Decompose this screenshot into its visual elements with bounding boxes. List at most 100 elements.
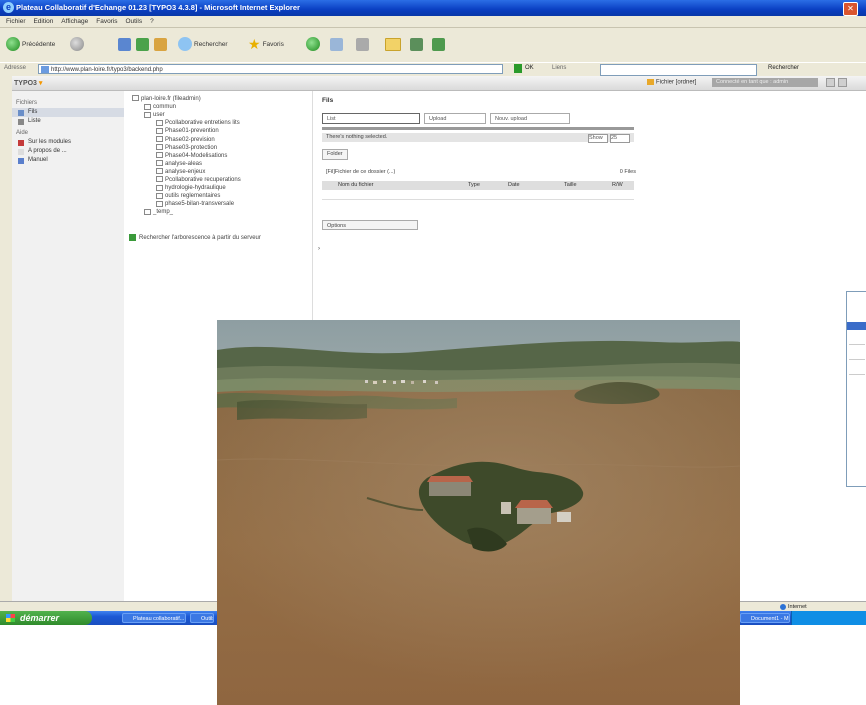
show-select[interactable]: 25: [610, 134, 630, 143]
menu-item-4[interactable]: Sur les modules: [12, 138, 124, 147]
folder-button[interactable]: [385, 36, 401, 52]
menu-item-2[interactable]: Liste: [12, 117, 124, 126]
tree-node[interactable]: Phase01-prevention: [156, 127, 219, 135]
folder-button-typo3[interactable]: Folder: [322, 149, 348, 160]
start-label: démarrer: [20, 613, 60, 623]
tab-new-upload[interactable]: Nouv. upload: [490, 113, 570, 124]
tab-upload[interactable]: Upload: [424, 113, 486, 124]
address-url: http://www.plan-loire.fr/typo3/backend.p…: [51, 67, 163, 73]
tools-button[interactable]: [432, 36, 445, 52]
menu-file[interactable]: Fichier: [6, 16, 26, 27]
search-button[interactable]: Rechercher: [178, 36, 228, 52]
menu-label: Sur les modules: [28, 139, 72, 145]
column-type[interactable]: Type: [468, 181, 480, 190]
toolbar-search-button[interactable]: [838, 78, 847, 87]
folder-icon: [144, 103, 151, 110]
menu-section-0[interactable]: Fichiers: [12, 99, 124, 108]
file-table-header: Nom du fichier Type Date Taille R/W: [322, 181, 634, 190]
tree-node[interactable]: analyse-enjeux: [156, 168, 205, 176]
folder-path-row: [Fil]Fichier de ce dossier (...) 0 Files: [322, 168, 638, 177]
home-button[interactable]: [154, 36, 167, 52]
tree-node[interactable]: hydrologie-hydraulique: [156, 184, 226, 192]
tree-node[interactable]: Phase03-protection: [156, 144, 217, 152]
flood-aerial-photo: [217, 320, 740, 705]
folder-path-text[interactable]: [Fil]Fichier de ce dossier (...): [326, 169, 395, 175]
menu-view[interactable]: Affichage: [61, 16, 88, 27]
windows-logo-icon: [6, 614, 15, 622]
tree-node[interactable]: Pcollaborative entretiens lits: [156, 119, 240, 127]
menu-edit[interactable]: Edition: [33, 16, 53, 27]
forward-button[interactable]: [70, 36, 86, 52]
address-input[interactable]: http://www.plan-loire.fr/typo3/backend.p…: [38, 64, 503, 74]
module-icon: [18, 149, 24, 155]
favorites-button[interactable]: ★ Favoris: [248, 36, 284, 52]
taskbar-button[interactable]: Document1 - Micr...: [740, 613, 790, 623]
tree-node-label: Phase04-Modelisations: [165, 152, 228, 159]
side-popup-window[interactable]: [846, 291, 866, 487]
taskbar-button[interactable]: Plateau collaboratif...: [122, 613, 186, 623]
show-count-control[interactable]: Show 25: [586, 134, 630, 143]
back-button[interactable]: Précédente: [6, 36, 55, 52]
column-rw[interactable]: R/W: [612, 181, 623, 190]
expand-arrow-icon[interactable]: ›: [318, 246, 320, 252]
go-button[interactable]: OK: [525, 65, 534, 71]
menu-help[interactable]: ?: [150, 16, 154, 27]
tree-node-label: commun: [153, 104, 177, 111]
storage-folder-icon: [647, 79, 654, 85]
tree-node[interactable]: Phase04-Modelisations: [156, 152, 227, 160]
tree-node[interactable]: phase5-bilan-transversale: [156, 200, 234, 208]
popup-title-bar[interactable]: [847, 322, 866, 330]
tree-node-label: analyse-enjeux: [165, 168, 206, 175]
go-arrow-icon[interactable]: [514, 64, 522, 73]
column-date[interactable]: Date: [508, 181, 520, 190]
column-filename[interactable]: Nom du fichier: [338, 181, 373, 190]
tree-node[interactable]: outils reglementaires: [156, 192, 220, 200]
tree-node[interactable]: analyse-aleas: [156, 160, 202, 168]
user-box[interactable]: Connecté en tant que : admin: [712, 78, 818, 87]
history-button[interactable]: [306, 36, 322, 52]
tree-node[interactable]: _temp_: [144, 208, 173, 216]
tab-list[interactable]: List: [322, 113, 420, 124]
start-button[interactable]: démarrer: [0, 611, 92, 625]
refresh-button[interactable]: [136, 36, 149, 52]
tree-node[interactable]: Phase02-prevision: [156, 135, 215, 144]
search-go-button[interactable]: Rechercher: [768, 65, 799, 71]
window-title-bar[interactable]: e Plateau Collaboratif d'Echange 01.23 […: [0, 0, 866, 16]
menu-section-3[interactable]: Aide: [12, 129, 124, 138]
menu-favorites[interactable]: Favoris: [96, 16, 117, 27]
toolbar-shortcut-button[interactable]: [826, 78, 835, 87]
menu-label: Fils: [28, 109, 38, 115]
module-icon: [18, 119, 24, 125]
mail-button[interactable]: [330, 36, 343, 52]
messenger-button[interactable]: [410, 36, 423, 52]
menu-item-1[interactable]: Fils: [12, 108, 124, 117]
file-storage-text: Fichier [ordner]: [656, 79, 697, 86]
popup-divider: [849, 344, 865, 345]
stop-button[interactable]: [118, 36, 131, 52]
taskbar-button[interactable]: Outils de gestion: [190, 613, 214, 623]
tree-node-label: plan-loire.fr (fileadmin): [141, 96, 201, 102]
messenger-icon: [410, 37, 423, 51]
close-window-button[interactable]: ✕: [843, 2, 858, 16]
zone-label: Internet: [788, 604, 807, 610]
menu-item-5[interactable]: A propos de ...: [12, 147, 124, 156]
tree-refresh-hint[interactable]: Rechercher l'arborescence à partir du se…: [129, 234, 289, 242]
print-button[interactable]: [356, 36, 369, 52]
tree-node[interactable]: user: [144, 111, 165, 119]
tree-node[interactable]: plan-loire.fr (fileadmin): [132, 95, 201, 103]
popup-divider: [849, 359, 865, 360]
browser-toolbar: Précédente Rechercher ★ Favoris: [0, 28, 866, 62]
menu-tools[interactable]: Outils: [126, 16, 143, 27]
file-storage-label: Fichier [ordner]: [647, 79, 696, 86]
forward-arrow-icon: [70, 37, 84, 51]
tree-node[interactable]: commun: [144, 103, 176, 111]
options-toggle[interactable]: Options: [322, 220, 418, 230]
tree-node[interactable]: Pcollaborative recuperations: [156, 176, 241, 184]
column-size[interactable]: Taille: [564, 181, 577, 190]
folder-icon: [156, 192, 163, 199]
search-input[interactable]: [600, 64, 757, 76]
typo3-logo-mark-icon: ▾: [38, 80, 43, 87]
links-button[interactable]: Liens: [552, 65, 566, 71]
system-tray[interactable]: [791, 611, 866, 625]
menu-item-6[interactable]: Manuel: [12, 156, 124, 165]
